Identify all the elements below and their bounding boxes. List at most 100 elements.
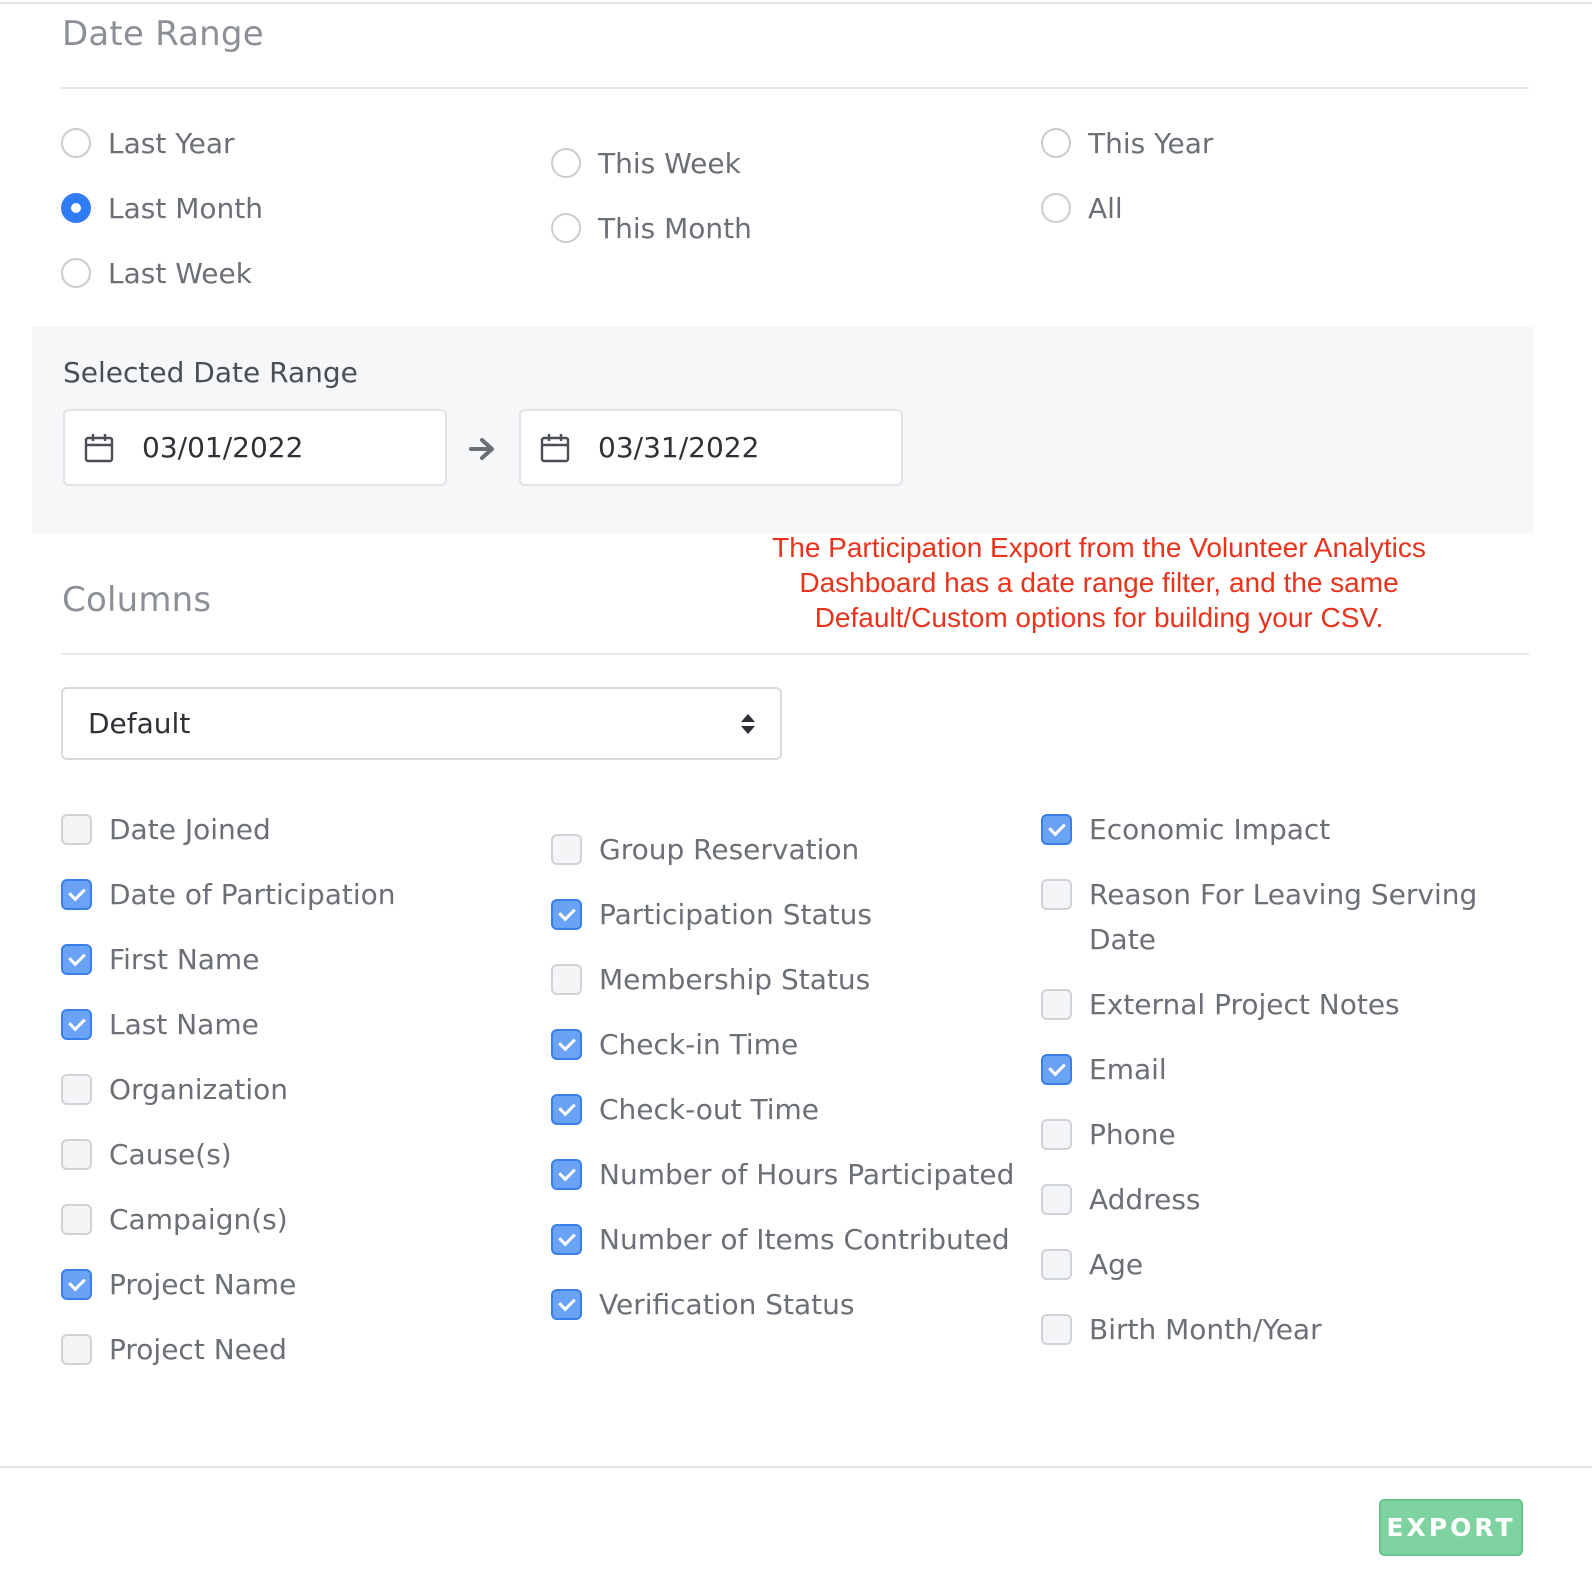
- checkbox-label: Verification Status: [599, 1288, 855, 1321]
- checkbox-label: Organization: [109, 1073, 289, 1106]
- checkbox-checked[interactable]: [61, 944, 92, 975]
- checkbox-label: First Name: [109, 943, 260, 976]
- radio-all[interactable]: All: [1041, 186, 1123, 231]
- radio-button[interactable]: [61, 258, 91, 288]
- radio-label: This Year: [1088, 127, 1214, 160]
- radio-last-month[interactable]: Last Month: [61, 186, 263, 231]
- checkbox-label: Email: [1089, 1053, 1167, 1086]
- radio-this-week[interactable]: This Week: [551, 141, 741, 186]
- columns-divider: [61, 653, 1529, 655]
- radio-label: Last Week: [108, 257, 252, 290]
- radio-last-week[interactable]: Last Week: [61, 251, 252, 296]
- checkbox-project-need[interactable]: Project Need: [61, 1327, 287, 1372]
- radio-button[interactable]: [61, 128, 91, 158]
- checkbox-hours-participated[interactable]: Number of Hours Participated: [551, 1152, 1014, 1197]
- checkbox-checked[interactable]: [551, 1289, 582, 1320]
- checkbox-label: Project Name: [109, 1268, 297, 1301]
- checkbox-checked[interactable]: [61, 1009, 92, 1040]
- checkbox-campaigns[interactable]: Campaign(s): [61, 1197, 288, 1242]
- checkbox-economic-impact[interactable]: Economic Impact: [1041, 807, 1330, 852]
- checkbox[interactable]: [61, 1139, 92, 1170]
- checkbox-reason-for-leaving[interactable]: Reason For Leaving Serving Date: [1041, 872, 1481, 962]
- select-arrows-icon: [741, 713, 755, 734]
- checkbox-organization[interactable]: Organization: [61, 1067, 288, 1112]
- checkbox[interactable]: [551, 964, 582, 995]
- checkbox[interactable]: [1041, 1314, 1072, 1345]
- export-button[interactable]: EXPORT: [1379, 1499, 1523, 1556]
- checkbox-check-in-time[interactable]: Check-in Time: [551, 1022, 798, 1067]
- checkbox[interactable]: [61, 1074, 92, 1105]
- checkbox-email[interactable]: Email: [1041, 1047, 1167, 1092]
- checkbox[interactable]: [551, 834, 582, 865]
- checkbox[interactable]: [1041, 1119, 1072, 1150]
- checkbox-checked[interactable]: [551, 1094, 582, 1125]
- footer-divider: [0, 1466, 1592, 1468]
- selected-date-range-label: Selected Date Range: [63, 356, 358, 389]
- checkbox-membership-status[interactable]: Membership Status: [551, 957, 870, 1002]
- checkbox-label: Check-out Time: [599, 1093, 820, 1126]
- checkbox-group-reservation[interactable]: Group Reservation: [551, 827, 859, 872]
- calendar-icon: [84, 433, 114, 462]
- checkbox-label: Membership Status: [599, 963, 871, 996]
- radio-button-selected[interactable]: [61, 193, 91, 223]
- checkbox-checked[interactable]: [61, 879, 92, 910]
- checkbox-external-project-notes[interactable]: External Project Notes: [1041, 982, 1400, 1027]
- checkbox[interactable]: [1041, 879, 1072, 910]
- calendar-icon: [540, 433, 570, 462]
- checkbox[interactable]: [1041, 1249, 1072, 1280]
- checkbox-checked[interactable]: [551, 1224, 582, 1255]
- radio-button[interactable]: [1041, 128, 1071, 158]
- radio-label: This Month: [598, 212, 752, 245]
- radio-last-year[interactable]: Last Year: [61, 121, 235, 166]
- radio-this-month[interactable]: This Month: [551, 206, 752, 251]
- checkbox-causes[interactable]: Cause(s): [61, 1132, 232, 1177]
- checkbox-label: Reason For Leaving Serving Date: [1089, 878, 1478, 956]
- radio-button[interactable]: [551, 213, 581, 243]
- checkbox-checked[interactable]: [61, 1269, 92, 1300]
- checkbox-date-of-participation[interactable]: Date of Participation: [61, 872, 396, 917]
- radio-label: Last Year: [108, 127, 235, 160]
- checkbox-date-joined[interactable]: Date Joined: [61, 807, 271, 852]
- date-range-divider: [61, 87, 1529, 89]
- checkbox-age[interactable]: Age: [1041, 1242, 1143, 1287]
- checkbox-checked[interactable]: [551, 1029, 582, 1060]
- radio-this-year[interactable]: This Year: [1041, 121, 1213, 166]
- checkbox-checked[interactable]: [1041, 1054, 1072, 1085]
- radio-label: All: [1088, 192, 1123, 225]
- checkbox-checked[interactable]: [1041, 814, 1072, 845]
- checkbox[interactable]: [61, 1204, 92, 1235]
- annotation-note: The Participation Export from the Volunt…: [772, 532, 1426, 633]
- checkbox-last-name[interactable]: Last Name: [61, 1002, 259, 1047]
- checkbox-label: Project Need: [109, 1333, 287, 1366]
- start-date-input[interactable]: 03/01/2022: [63, 409, 447, 486]
- checkbox-check-out-time[interactable]: Check-out Time: [551, 1087, 819, 1132]
- checkbox-label: Participation Status: [599, 898, 872, 931]
- checkbox[interactable]: [1041, 989, 1072, 1020]
- checkbox[interactable]: [61, 814, 92, 845]
- checkbox-participation-status[interactable]: Participation Status: [551, 892, 872, 937]
- checkbox-checked[interactable]: [551, 1159, 582, 1190]
- checkbox-checked[interactable]: [551, 899, 582, 930]
- radio-label: Last Month: [108, 192, 263, 225]
- checkbox-label: Cause(s): [109, 1138, 232, 1171]
- checkbox[interactable]: [1041, 1184, 1072, 1215]
- end-date-input[interactable]: 03/31/2022: [519, 409, 903, 486]
- checkbox-phone[interactable]: Phone: [1041, 1112, 1176, 1157]
- checkbox[interactable]: [61, 1334, 92, 1365]
- checkbox-label: Group Reservation: [599, 833, 860, 866]
- checkbox-label: Birth Month/Year: [1089, 1313, 1322, 1346]
- radio-button[interactable]: [1041, 193, 1071, 223]
- checkbox-label: External Project Notes: [1089, 988, 1400, 1021]
- radio-label: This Week: [598, 147, 741, 180]
- checkbox-items-contributed[interactable]: Number of Items Contributed: [551, 1217, 1010, 1262]
- columns-preset-select[interactable]: Default: [61, 687, 782, 760]
- checkbox-label: Age: [1089, 1248, 1144, 1281]
- checkbox-birth-month-year[interactable]: Birth Month/Year: [1041, 1307, 1322, 1352]
- checkbox-address[interactable]: Address: [1041, 1177, 1201, 1222]
- checkbox-label: Check-in Time: [599, 1028, 799, 1061]
- checkbox-first-name[interactable]: First Name: [61, 937, 259, 982]
- checkbox-verification-status[interactable]: Verification Status: [551, 1282, 854, 1327]
- radio-button[interactable]: [551, 148, 581, 178]
- columns-title: Columns: [62, 580, 212, 620]
- checkbox-project-name[interactable]: Project Name: [61, 1262, 296, 1307]
